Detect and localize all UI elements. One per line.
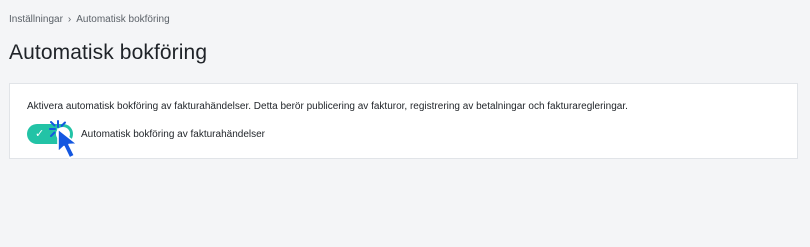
auto-bookkeeping-toggle[interactable]: ✓ [27,124,73,144]
toggle-knob [56,127,70,141]
breadcrumb-separator: › [67,14,72,25]
toggle-label: Automatisk bokföring av fakturahändelser [81,128,265,140]
breadcrumb-item-current: Automatisk bokföring [76,14,170,25]
check-icon: ✓ [35,127,45,140]
settings-card: Aktivera automatisk bokföring av faktura… [9,83,798,159]
breadcrumb: Inställningar › Automatisk bokföring [9,14,170,25]
auto-bookkeeping-toggle-row: ✓ Automatisk bokföring av fakturahändels… [27,124,265,144]
page-title: Automatisk bokföring [9,41,208,64]
settings-description: Aktivera automatisk bokföring av faktura… [27,101,628,112]
breadcrumb-item-installningar[interactable]: Inställningar [9,14,63,25]
